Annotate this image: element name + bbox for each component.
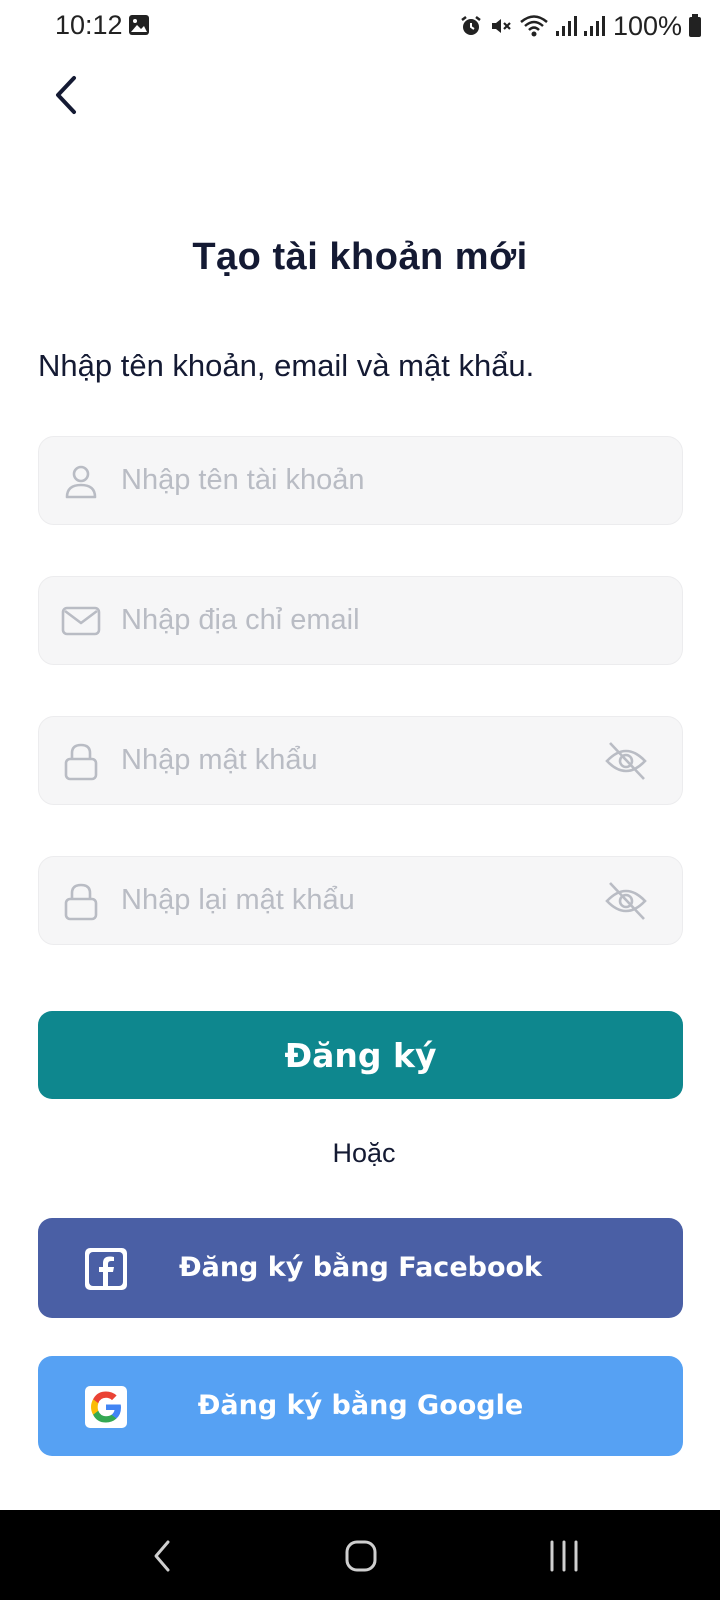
nav-recents-button[interactable] <box>544 1536 584 1576</box>
password-field[interactable] <box>38 716 683 805</box>
status-icons: 100% <box>459 10 702 42</box>
chevron-left-icon <box>56 76 76 114</box>
page-title: Tạo tài khoản mới <box>192 236 528 278</box>
gallery-icon <box>128 14 150 36</box>
register-button-label: Đăng ký <box>284 1035 437 1075</box>
nav-recents-icon <box>550 1540 578 1572</box>
nav-home-button[interactable] <box>341 1536 381 1576</box>
confirm-password-input[interactable] <box>121 857 621 943</box>
eye-off-icon[interactable] <box>604 879 648 923</box>
username-input[interactable] <box>121 437 621 523</box>
back-button[interactable] <box>44 68 92 124</box>
password-input[interactable] <box>121 717 621 803</box>
alarm-icon <box>459 14 483 38</box>
battery-level: 100% <box>612 10 682 41</box>
facebook-signup-label: Đăng ký bằng Facebook <box>178 1252 543 1283</box>
register-button[interactable]: Đăng ký <box>38 1011 683 1099</box>
or-divider-text: Hoặc <box>332 1138 396 1168</box>
nav-back-icon <box>154 1540 170 1572</box>
nav-back-button[interactable] <box>144 1536 184 1576</box>
mute-icon <box>489 14 513 38</box>
confirm-password-field[interactable] <box>38 856 683 945</box>
battery-icon <box>688 14 702 38</box>
email-input[interactable] <box>121 577 621 663</box>
eye-off-icon[interactable] <box>604 739 648 783</box>
status-bar: 10:12 100% <box>0 0 720 52</box>
lock-icon <box>64 883 98 921</box>
user-icon <box>65 465 97 499</box>
google-signup-button[interactable]: Đăng ký bằng Google <box>38 1356 683 1456</box>
mail-icon <box>61 606 101 636</box>
signal-icon <box>583 14 605 38</box>
system-nav-bar <box>0 1510 720 1600</box>
facebook-signup-button[interactable]: Đăng ký bằng Facebook <box>38 1218 683 1318</box>
email-field[interactable] <box>38 576 683 665</box>
register-screen: 10:12 100% Tạo tài khoản mới Nhập tên kh… <box>0 0 720 1600</box>
status-time: 10:12 <box>55 10 123 40</box>
page-subtitle: Nhập tên khoản, email và mật khẩu. <box>38 348 535 383</box>
wifi-icon <box>519 13 549 39</box>
lock-icon <box>64 743 98 781</box>
username-field[interactable] <box>38 436 683 525</box>
nav-home-icon <box>345 1540 377 1572</box>
signal-icon <box>555 14 577 38</box>
google-signup-label: Đăng ký bằng Google <box>197 1390 524 1421</box>
